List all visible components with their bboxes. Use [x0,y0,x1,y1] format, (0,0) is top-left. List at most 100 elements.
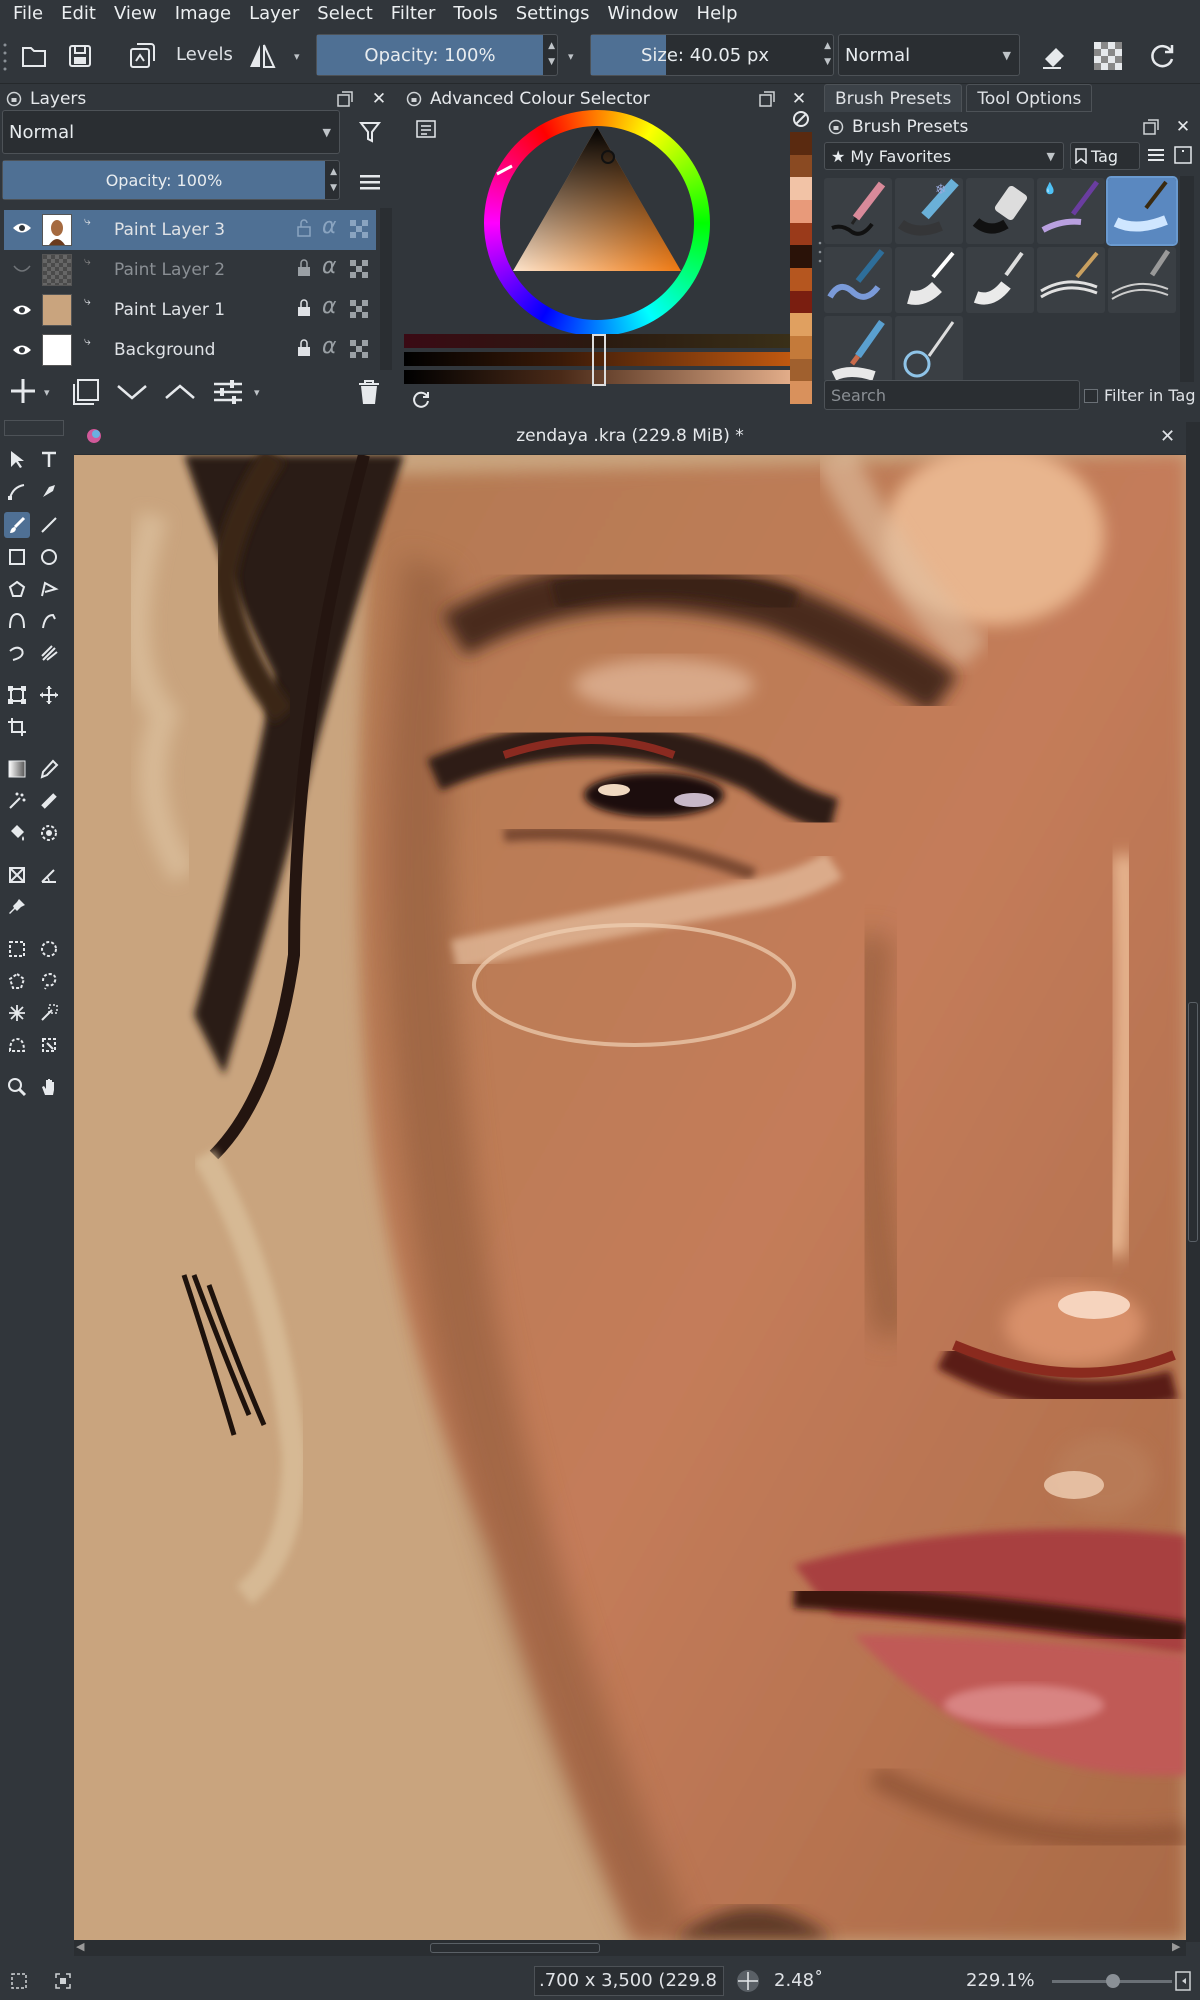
alpha-lock-icon[interactable]: α [322,254,337,279]
move-layer-up-icon[interactable] [164,382,196,402]
save-icon[interactable] [62,38,98,74]
polyline-tool-icon[interactable] [36,576,62,602]
menu-settings[interactable]: Settings [507,0,599,28]
dynamic-brush-icon[interactable] [4,640,30,666]
brush-preset-tile[interactable] [824,316,892,382]
brush-preset-tile[interactable] [966,247,1034,313]
ellipse-tool-icon[interactable] [36,544,62,570]
blend-mode-combo[interactable]: Normal ▼ [838,34,1020,76]
contiguous-select-icon[interactable] [4,1000,30,1026]
close-docker-icon[interactable]: ✕ [788,88,810,110]
layer-row[interactable]: ⤷ Paint Layer 3 α [4,210,376,250]
palette-swatch[interactable] [790,290,812,314]
inherit-alpha-icon[interactable] [350,220,370,240]
layer-properties-dropdown-icon[interactable]: ▾ [254,386,260,399]
freehand-select-icon[interactable] [36,968,62,994]
opacity-dropdown-icon[interactable]: ▾ [568,50,574,63]
levels-label[interactable]: Levels [176,44,233,65]
delete-layer-icon[interactable] [356,378,382,406]
inherit-alpha-icon[interactable] [350,300,370,320]
fit-view-icon[interactable] [54,1972,72,1990]
palette-swatch[interactable] [790,358,812,382]
layer-name[interactable]: Background [114,340,215,360]
layer-blend-mode-combo[interactable]: Normal ▼ [2,110,340,154]
zoom-slider[interactable] [1052,1974,1172,1988]
close-docker-icon[interactable]: ✕ [1172,116,1194,138]
view-mode-icon[interactable] [1174,146,1192,164]
color-picker-icon[interactable] [36,756,62,782]
brush-preset-tile[interactable] [895,247,963,313]
saturation-value-triangle[interactable] [484,110,710,336]
bezier-tool-icon[interactable] [4,608,30,634]
polygon-select-icon[interactable] [4,968,30,994]
tab-tool-options[interactable]: Tool Options [966,84,1093,112]
brush-search-input[interactable]: Search [824,380,1080,410]
layer-opacity-arrows[interactable]: ▲ ▼ [330,164,337,196]
painting-canvas[interactable] [74,455,1186,1940]
preserve-alpha-icon[interactable] [1090,38,1126,74]
palette-swatch[interactable] [790,245,812,269]
palette-swatch[interactable] [790,222,812,246]
reset-colour-icon[interactable] [412,390,430,408]
hamburger-menu-icon[interactable] [356,168,384,196]
brush-preset-tile[interactable]: ❄ [895,178,963,244]
multibrush-icon[interactable] [36,640,62,666]
add-layer-dropdown-icon[interactable]: ▾ [44,386,50,399]
selection-display-icon[interactable] [10,1972,28,1990]
panel-toggle-icon[interactable] [1174,1970,1194,1992]
move-layer-down-icon[interactable] [116,382,148,402]
image-size-field[interactable]: .700 x 3,500 (229.8 MiE [534,1966,724,1996]
pan-tool-icon[interactable] [36,1074,62,1100]
enclose-fill-icon[interactable] [36,820,62,846]
palette-swatch[interactable] [790,381,812,405]
inherit-alpha-icon[interactable] [350,260,370,280]
similar-select-icon[interactable] [36,1000,62,1026]
menu-select[interactable]: Select [308,0,382,28]
freehand-brush-icon[interactable] [4,512,30,538]
rectangle-tool-icon[interactable] [4,544,30,570]
measure-tool-icon[interactable] [36,862,62,888]
eye-icon[interactable] [12,302,32,318]
zoom-slider-handle[interactable] [1106,1974,1120,1988]
lock-icon[interactable] [296,338,312,358]
filter-icon[interactable] [356,118,384,146]
tag-button[interactable]: Tag [1070,142,1140,170]
menu-tools[interactable]: Tools [444,0,506,28]
brush-size-spin-arrows[interactable]: ▲ ▼ [824,38,831,70]
eye-icon[interactable] [12,342,32,358]
brush-preset-tile[interactable] [1108,247,1176,313]
vertical-scroll-thumb[interactable] [1188,1002,1198,1242]
rect-select-icon[interactable] [4,936,30,962]
brush-preset-tile[interactable] [824,178,892,244]
reload-preset-icon[interactable] [1144,38,1180,74]
layer-name[interactable]: Paint Layer 3 [114,220,225,240]
brush-preset-tile[interactable] [824,247,892,313]
float-docker-icon[interactable] [334,88,356,110]
palette-swatch[interactable] [790,177,812,201]
open-document-icon[interactable] [16,38,52,74]
mirror-dropdown-icon[interactable]: ▾ [294,50,300,63]
palette-swatch[interactable] [790,268,812,291]
brush-size-slider[interactable]: Size: 40.05 px ▲ ▼ [590,34,834,76]
edit-shapes-icon[interactable] [4,478,30,504]
zoom-tool-icon[interactable] [4,1074,30,1100]
clear-history-icon[interactable] [792,110,810,128]
layer-row[interactable]: ⤷ Paint Layer 2 α [4,250,376,290]
menu-view[interactable]: View [105,0,166,28]
layer-name[interactable]: Paint Layer 2 [114,260,225,280]
unlock-icon[interactable] [296,218,312,238]
layer-row[interactable]: ⤷ Background α [4,330,376,370]
inherit-alpha-icon[interactable] [350,340,370,360]
menu-help[interactable]: Help [688,0,747,28]
smart-patch-icon[interactable] [36,788,62,814]
layer-opacity-slider[interactable]: Opacity: 100% ▲ ▼ [2,160,340,200]
brush-preset-tile[interactable] [895,316,963,382]
assistant-tool-icon[interactable] [4,862,30,888]
brush-preset-tile[interactable]: 💧 [1037,178,1105,244]
select-shapes-icon[interactable] [4,446,30,472]
ellipse-select-icon[interactable] [36,936,62,962]
toolbar-grip[interactable] [0,38,10,74]
levels-icon[interactable] [124,38,160,74]
alpha-lock-icon[interactable]: α [322,294,337,319]
horizontal-scroll-thumb[interactable] [430,1943,600,1953]
